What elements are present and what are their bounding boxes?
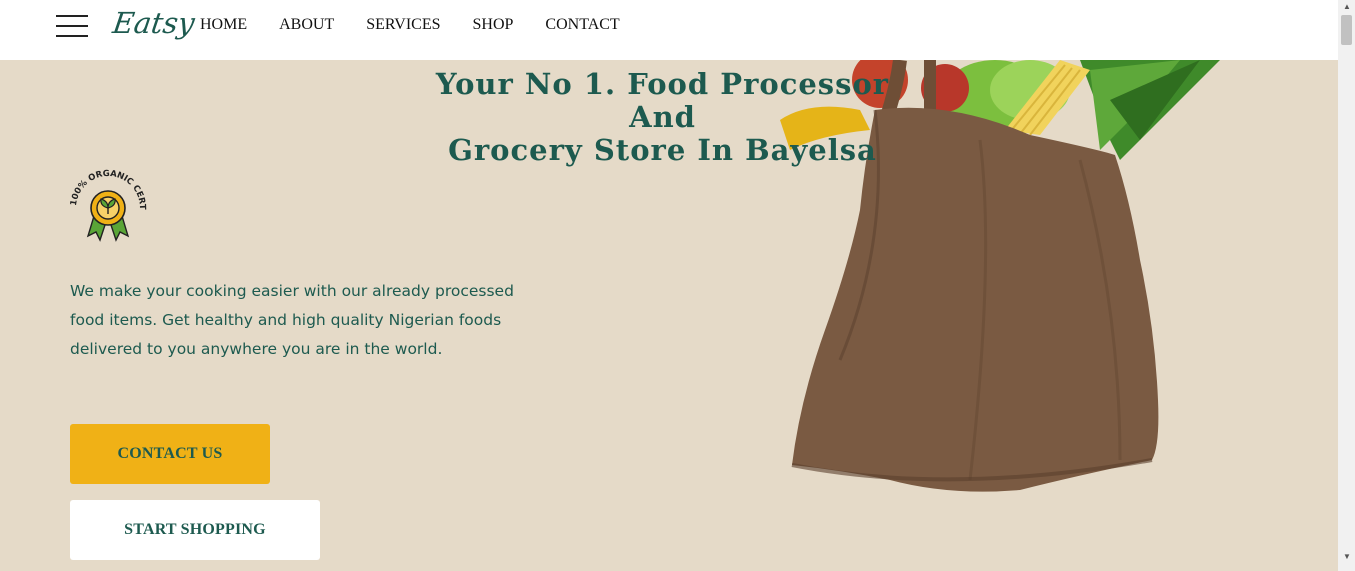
hamburger-line <box>56 25 88 27</box>
vertical-scrollbar[interactable]: ▲ ▼ <box>1338 0 1355 571</box>
nav-link-shop[interactable]: SHOP <box>473 16 514 34</box>
start-shopping-button[interactable]: START SHOPPING <box>70 500 320 560</box>
organic-certified-badge-icon: 100% ORGANIC CERTIFIED <box>66 166 147 242</box>
main-nav: HOME ABOUT SERVICES SHOP CONTACT <box>200 16 652 34</box>
scrollbar-thumb[interactable] <box>1341 15 1352 45</box>
nav-link-home[interactable]: HOME <box>200 16 247 34</box>
navbar: Eatsy HOME ABOUT SERVICES SHOP CONTACT <box>0 0 1338 60</box>
brand-logo[interactable]: Eatsy <box>111 6 197 40</box>
hero-title: Your No 1. Food Processor And Grocery St… <box>400 68 925 167</box>
hamburger-menu-icon[interactable] <box>56 15 88 39</box>
nav-link-contact[interactable]: CONTACT <box>545 16 619 34</box>
nav-link-services[interactable]: SERVICES <box>366 16 440 34</box>
nav-link-about[interactable]: ABOUT <box>279 16 334 34</box>
contact-us-button[interactable]: CONTACT US <box>70 424 270 484</box>
hero-title-line1: Your No 1. Food Processor And <box>435 67 890 134</box>
scroll-up-arrow-icon[interactable]: ▲ <box>1343 2 1351 12</box>
hamburger-line <box>56 15 88 17</box>
hero-description: We make your cooking easier with our alr… <box>70 282 514 358</box>
scroll-down-arrow-icon[interactable]: ▼ <box>1343 552 1351 562</box>
hamburger-line <box>56 35 88 37</box>
hero-title-line2: Grocery Store In Bayelsa <box>448 133 877 167</box>
